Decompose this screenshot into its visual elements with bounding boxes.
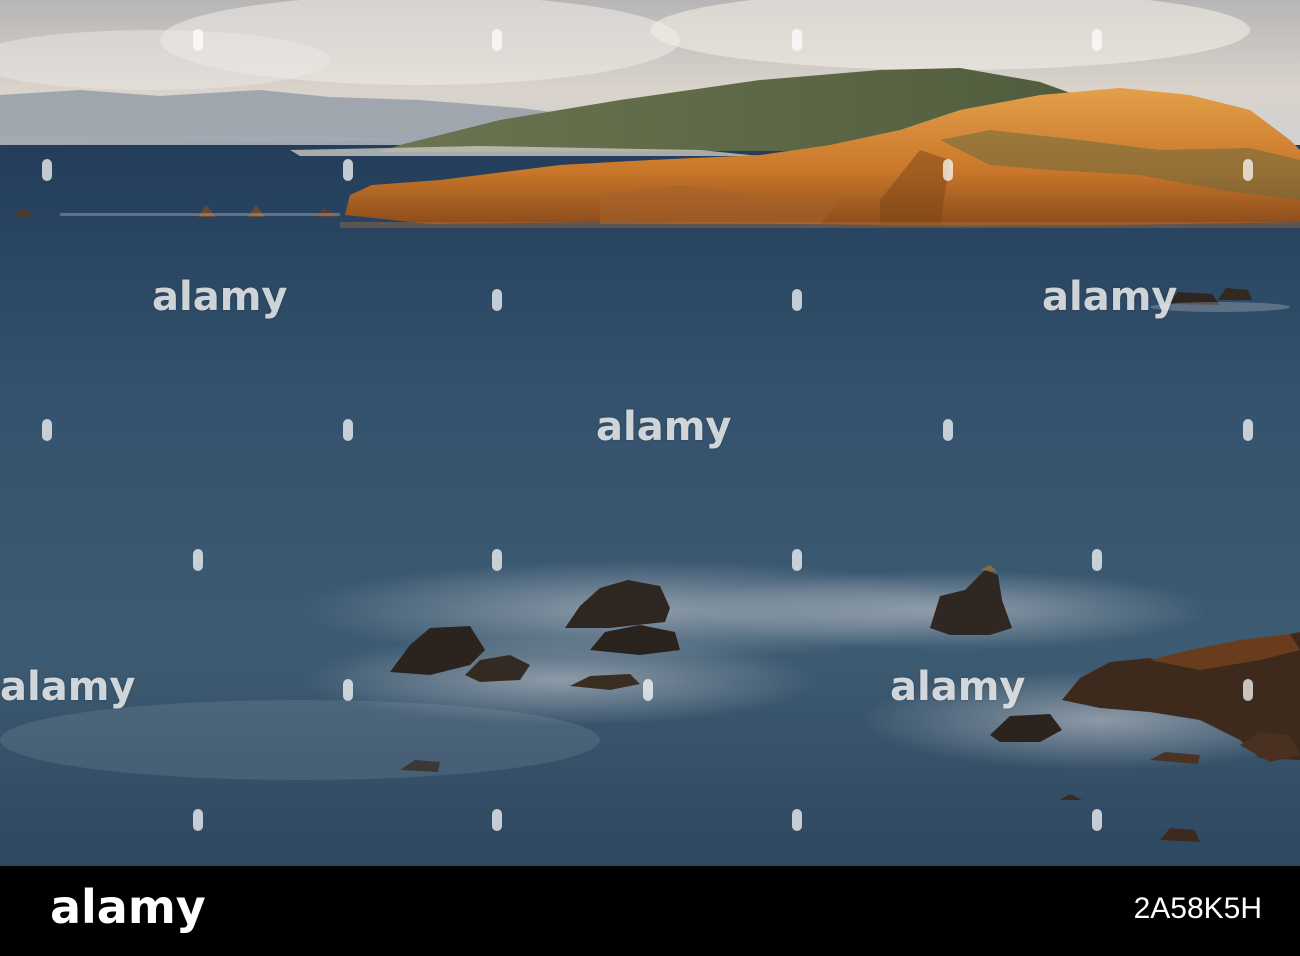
image-id: 2A58K5H: [1133, 892, 1262, 925]
brand-logo: alamy: [50, 880, 206, 934]
seascape-illustration: [0, 0, 1300, 866]
footer-bar: alamy 2A58K5H: [0, 866, 1300, 956]
photo: [0, 0, 1300, 866]
